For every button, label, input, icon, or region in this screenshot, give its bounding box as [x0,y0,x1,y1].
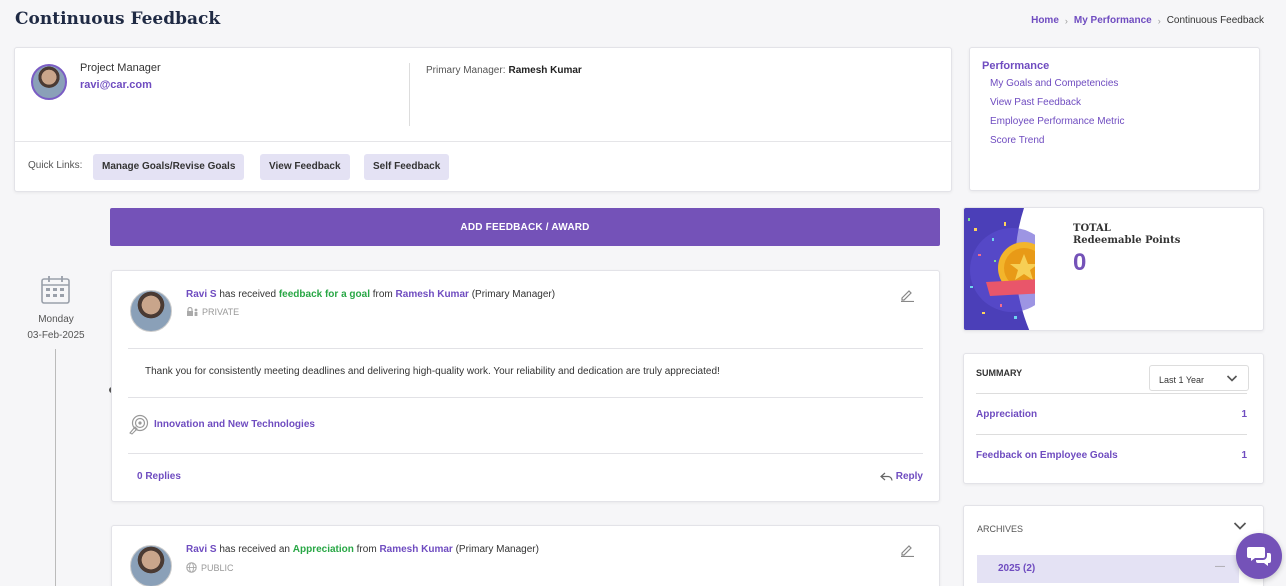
chat-button[interactable] [1236,533,1282,579]
period-select-value: Last 1 Year [1159,375,1205,385]
feedback-card: Ravi S has received an Appreciation from… [111,525,940,586]
link-performance-metric[interactable]: Employee Performance Metric [990,116,1247,127]
chat-icon [1247,547,1271,566]
giver-name[interactable]: Ramesh Kumar [396,289,469,300]
reply-label: Reply [895,471,923,482]
manage-goals-button[interactable]: Manage Goals/Revise Goals [93,154,245,180]
chevron-down-icon[interactable] [1233,521,1247,531]
headline-verb: has received [219,289,277,300]
recipient-name[interactable]: Ravi S [186,289,217,300]
replies-link[interactable]: 0 Replies [137,471,181,482]
period-select[interactable]: Last 1 Year [1149,365,1249,391]
points-label-line1: TOTAL [1073,223,1111,234]
feedback-headline: Ravi S has received feedback for a goal … [186,289,555,300]
primary-manager-name: Ramesh Kumar [508,65,582,76]
add-feedback-button[interactable]: ADD FEEDBACK / AWARD [110,208,940,246]
performance-links-card: Performance My Goals and Competencies Vi… [969,47,1260,191]
recipient-name[interactable]: Ravi S [186,544,217,555]
summary-row-label: Feedback on Employee Goals [976,450,1118,461]
headline-verb: has received an [219,544,290,555]
archive-year-label: 2025 (2) [998,563,1036,574]
divider [128,348,923,349]
feedback-kind: Appreciation [292,544,354,555]
divider [128,453,923,454]
archives-card: ARCHIVES 2025 (2) — [963,505,1264,586]
visibility-label: PRIVATE [202,307,240,317]
giver-role: (Primary Manager) [471,289,556,300]
points-value: 0 [1073,249,1087,276]
competency[interactable]: Innovation and New Technologies [128,414,315,435]
performance-heading: Performance [982,60,1050,72]
competency-label: Innovation and New Technologies [154,419,315,430]
divider [976,393,1247,394]
divider [15,141,951,142]
feedback-headline: Ravi S has received an Appreciation from… [186,544,539,555]
feedback-card: Ravi S has received feedback for a goal … [111,270,940,502]
avatar [31,64,67,100]
quick-links-label: Quick Links: [28,160,83,171]
link-past-feedback[interactable]: View Past Feedback [990,97,1247,108]
primary-manager-label: Primary Manager: [426,65,506,76]
visibility-label: PUBLIC [201,562,234,573]
profile-role: Project Manager [80,62,161,74]
headline-from: from [372,289,393,300]
page-title: Continuous Feedback [15,9,221,29]
medal-icon [964,208,1035,330]
link-score-trend[interactable]: Score Trend [990,135,1247,146]
link-my-goals[interactable]: My Goals and Competencies [990,78,1247,89]
giver-name[interactable]: Ramesh Kumar [379,544,452,555]
feedback-message: Thank you for consistently meeting deadl… [145,366,720,377]
profile-card: Project Manager ravi@car.com Primary Man… [14,47,952,192]
chevron-down-icon [1226,375,1238,382]
self-feedback-button[interactable]: Self Feedback [364,154,450,180]
calendar-icon [41,276,70,304]
points-card: TOTAL Redeemable Points 0 [963,207,1264,331]
globe-icon [186,562,197,573]
edit-icon[interactable] [899,288,915,302]
summary-row-appreciation[interactable]: Appreciation 1 [976,409,1247,420]
target-icon [129,414,149,435]
archives-heading: ARCHIVES [977,524,1024,534]
visibility: PRIVATE [186,307,239,317]
divider [128,397,923,398]
summary-row-count: 1 [1241,450,1247,461]
summary-card: SUMMARY Last 1 Year Appreciation 1 Feedb… [963,353,1264,484]
timeline-day: Monday [38,314,74,325]
collapse-icon[interactable]: — [1215,561,1225,572]
avatar [130,545,172,586]
breadcrumb-separator-icon: › [1064,15,1068,26]
divider [409,63,410,126]
reply-icon [879,472,893,481]
breadcrumb-current: Continuous Feedback [1166,15,1264,26]
breadcrumb: Home › My Performance › Continuous Feedb… [1031,15,1264,26]
timeline-date: 03-Feb-2025 [27,330,85,341]
points-label-line2: Redeemable Points [1073,235,1181,246]
summary-row-count: 1 [1241,409,1247,420]
lock-icon [187,307,198,316]
primary-manager: Primary Manager: Ramesh Kumar [426,65,582,76]
timeline-line [55,349,56,586]
summary-row-label: Appreciation [976,409,1038,420]
archive-year-2025[interactable]: 2025 (2) — [977,555,1239,583]
reply-button[interactable]: Reply [879,471,923,482]
edit-icon[interactable] [899,543,915,557]
visibility: PUBLIC [186,562,234,573]
breadcrumb-home[interactable]: Home [1031,15,1059,26]
avatar [130,290,172,332]
breadcrumb-my-performance[interactable]: My Performance [1074,15,1152,26]
divider [976,434,1247,435]
feedback-kind: feedback for a goal [278,289,370,300]
breadcrumb-separator-icon: › [1157,15,1161,26]
summary-heading: SUMMARY [976,368,1023,378]
points-label: TOTAL Redeemable Points [1073,223,1180,247]
headline-from: from [356,544,377,555]
profile-email[interactable]: ravi@car.com [80,79,152,91]
giver-role: (Primary Manager) [455,544,539,555]
summary-row-goal-feedback[interactable]: Feedback on Employee Goals 1 [976,450,1247,461]
view-feedback-button[interactable]: View Feedback [260,154,350,180]
